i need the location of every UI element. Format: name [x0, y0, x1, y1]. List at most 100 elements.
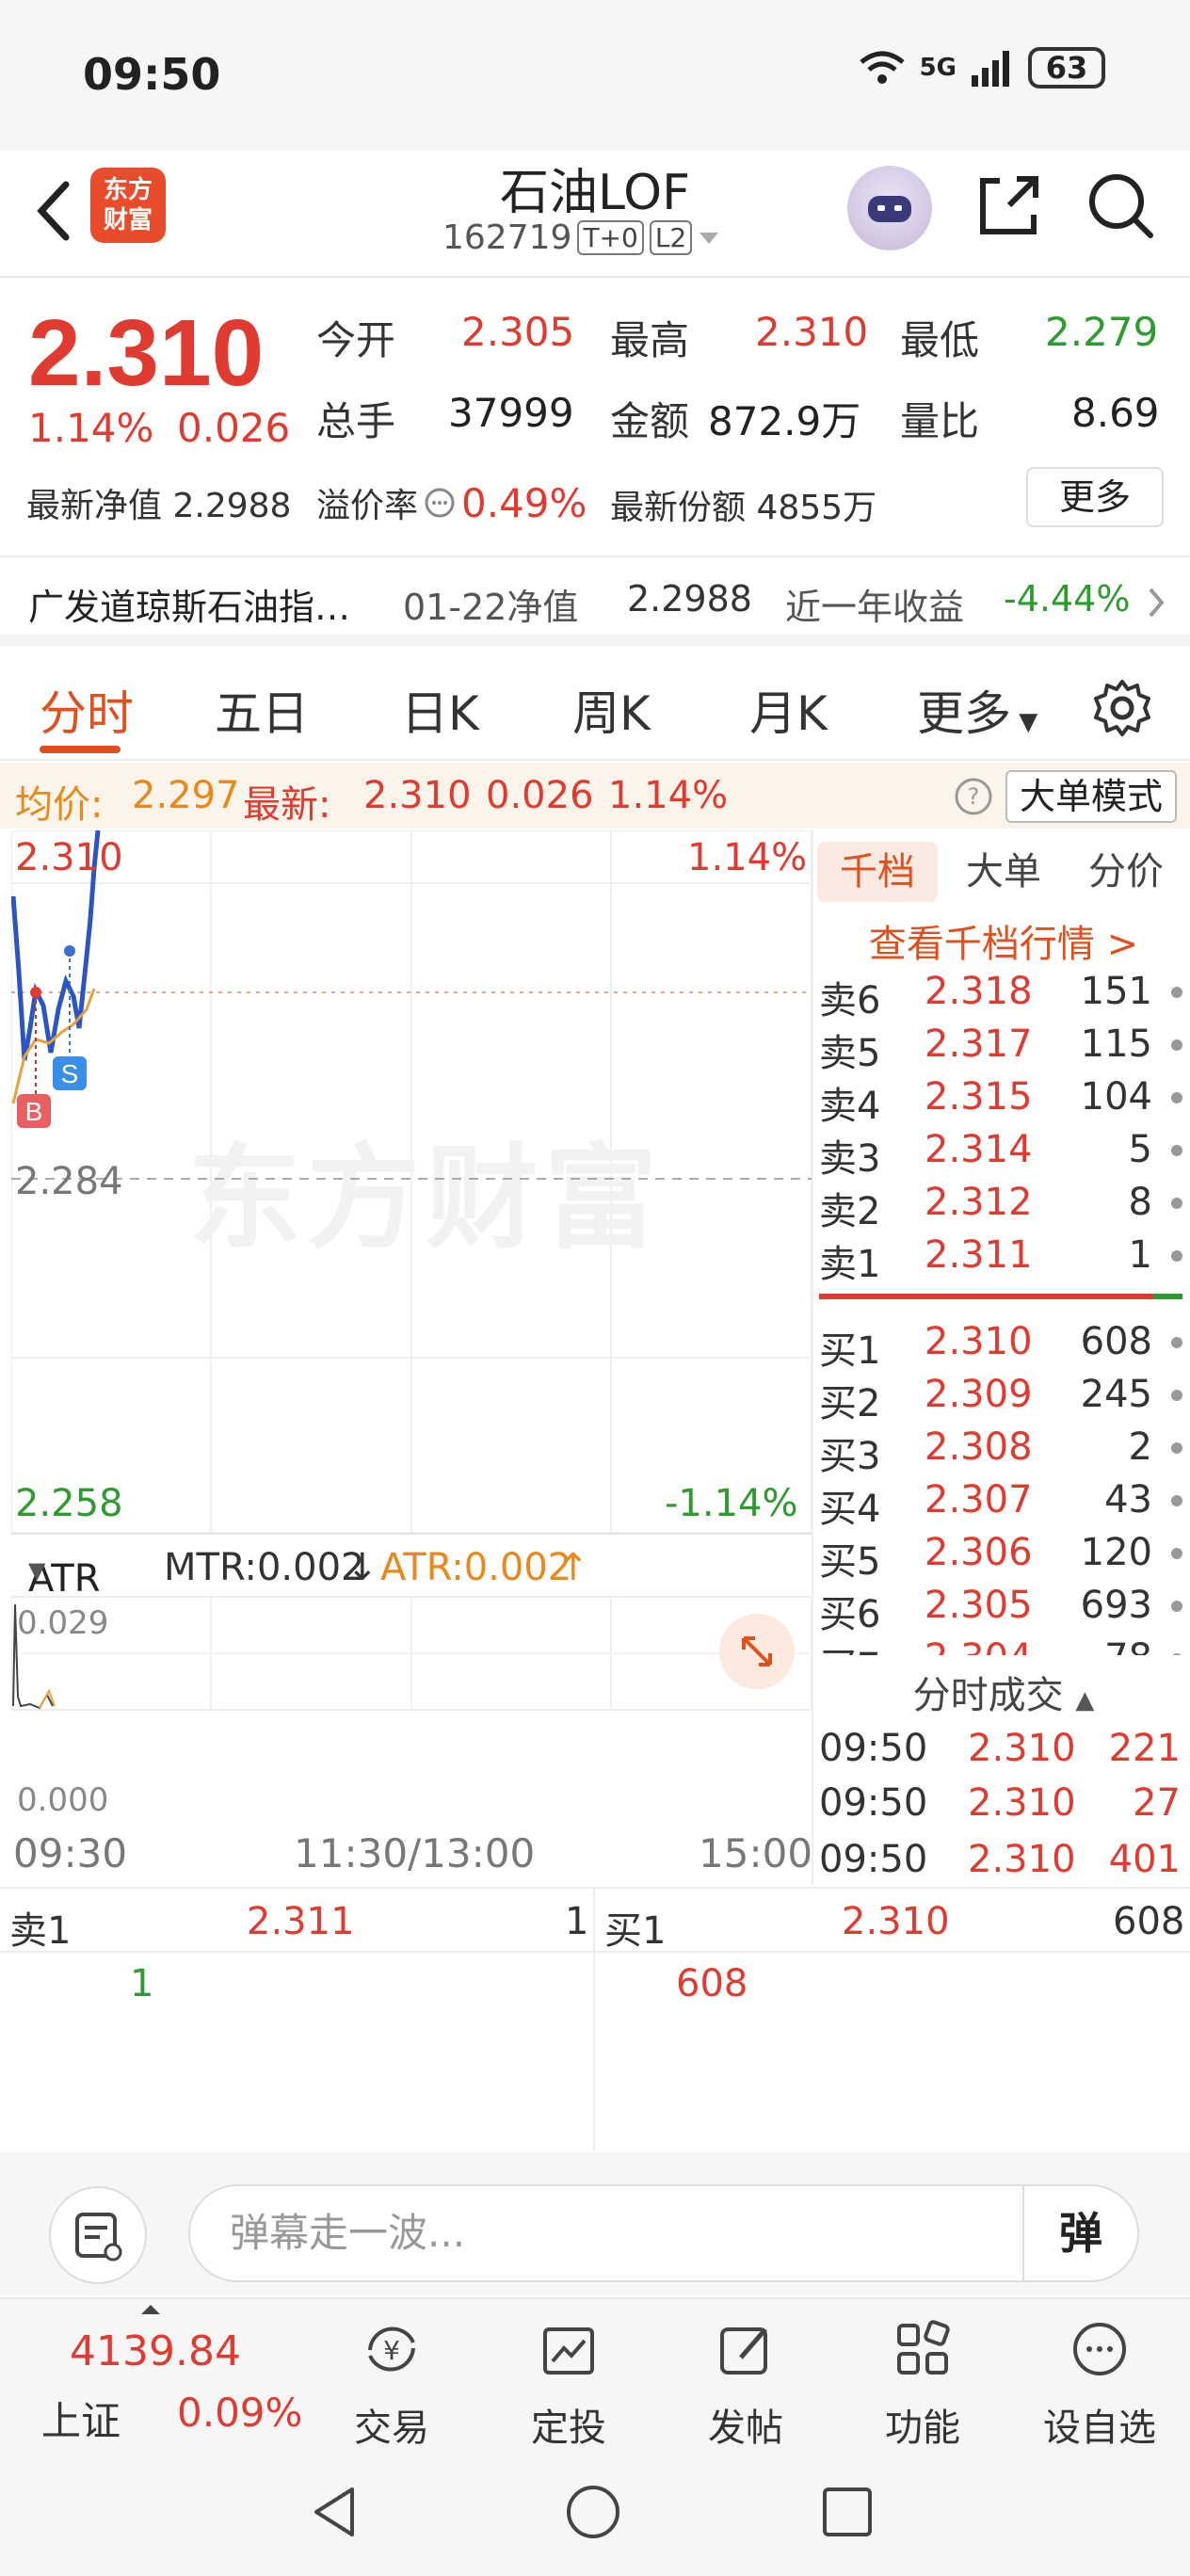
- bid-row: 买4 2.307 43: [817, 1474, 1190, 1531]
- assistant-robot-icon[interactable]: [847, 166, 932, 250]
- danmaku-toggle-button[interactable]: 弹: [1022, 2184, 1139, 2282]
- l2-tag: L2: [649, 220, 693, 255]
- tab-price-distribution[interactable]: 分价: [1066, 842, 1186, 902]
- svg-text:?: ?: [968, 783, 980, 810]
- more-button[interactable]: 更多: [1026, 467, 1164, 527]
- t0-tag: T+0: [577, 220, 644, 255]
- search-icon[interactable]: [1083, 168, 1158, 243]
- fund-nav-value: 2.2988: [627, 578, 752, 620]
- signal-icon: [972, 51, 1009, 87]
- intraday-info-bar: 均价: 2.297 最新: 2.310 0.026 1.14% ? 大单模式: [0, 763, 1190, 829]
- change-percent: 1.14%: [28, 405, 154, 451]
- fund-info-row[interactable]: 广发道琼斯石油指… 01-22净值 2.2988 近一年收益 -4.44%: [0, 555, 1190, 646]
- expand-button[interactable]: [719, 1614, 795, 1689]
- pct-axis-top: 1.14%: [687, 836, 808, 879]
- change-amount: 0.026: [177, 405, 291, 451]
- up-arrow-icon: ↑: [557, 1546, 589, 1589]
- latest-value: 2.310: [363, 774, 472, 817]
- high-value: 2.310: [755, 309, 869, 355]
- current-price: 2.310: [28, 300, 265, 406]
- network-label: 5G: [919, 54, 957, 82]
- buy-marker: B: [25, 1097, 43, 1126]
- open-label: 今开: [316, 317, 396, 363]
- time-axis-mid: 11:30/13:00: [294, 1830, 536, 1876]
- avg-label: 均价:: [15, 783, 104, 827]
- tab-intraday[interactable]: 分时: [40, 676, 134, 744]
- trade-button[interactable]: ¥ 交易: [326, 2309, 458, 2452]
- stock-code-row[interactable]: 162719 T+0 L2: [442, 218, 720, 257]
- bottom-toolbar: 4139.84 上证 0.09% ¥ 交易 定投 发帖 功能 设自选: [0, 2297, 1190, 2450]
- ask-row: 卖1 2.311 1: [817, 1230, 1190, 1286]
- danmaku-input[interactable]: 弹幕走一波...: [188, 2184, 1024, 2282]
- tab-five-day[interactable]: 五日: [215, 676, 309, 744]
- message-settings-icon: [75, 2213, 122, 2262]
- ask-row: 卖2 2.312 8: [817, 1177, 1190, 1233]
- tab-big-orders[interactable]: 大单: [943, 842, 1064, 902]
- chart-tabs: 分时 五日 日K 周K 月K 更多 ▼: [0, 657, 1190, 761]
- orderbook-tabs: 千档 大单 分价: [817, 834, 1190, 910]
- trade-icon: ¥: [368, 2326, 415, 2372]
- volume-value: 37999: [448, 390, 574, 436]
- l1-bid-qty: 608: [1113, 1900, 1185, 1943]
- nav-label: 最新净值: [26, 487, 163, 525]
- sell-marker: S: [61, 1059, 79, 1088]
- trades-section-title[interactable]: 分时成交 ▲: [817, 1665, 1190, 1719]
- shares-row: 最新份额 4855万: [610, 480, 876, 529]
- ask-queue-qty: 1: [130, 1962, 154, 2005]
- avg-value: 2.297: [132, 774, 240, 817]
- system-nav-bar: [0, 2448, 1190, 2576]
- battery-indicator: 63: [1028, 47, 1105, 89]
- nav-value: 2.2988: [172, 487, 292, 525]
- tab-thousand-levels[interactable]: 千档: [817, 842, 938, 902]
- l1-bid-label: 买1: [604, 1909, 667, 1953]
- shares-value: 4855万: [756, 489, 877, 527]
- bid-queue-qty: 608: [676, 1962, 748, 2005]
- tab-more[interactable]: 更多 ▼: [917, 676, 1037, 744]
- grid-icon: [897, 2320, 950, 2375]
- time-axis-start: 09:30: [13, 1830, 128, 1876]
- l1-ask-qty: 1: [565, 1900, 589, 1943]
- view-thousand-levels-link[interactable]: 查看千档行情 >: [817, 913, 1190, 968]
- gear-icon[interactable]: [1092, 678, 1152, 738]
- premium-label: 溢价率: [316, 487, 419, 525]
- bid-row: 买72.30478: [817, 1633, 1190, 1655]
- amount-value: 872.9万: [708, 398, 861, 444]
- tab-monthly-k[interactable]: 月K: [749, 676, 828, 744]
- amount-label: 金额: [610, 398, 690, 444]
- high-label: 最高: [610, 317, 690, 363]
- header: 东方 财富 石油LOF 162719 T+0 L2: [0, 151, 1190, 278]
- auto-invest-button[interactable]: 定投: [503, 2309, 635, 2452]
- big-order-mode-button[interactable]: 大单模式: [1005, 770, 1177, 823]
- vertical-divider: [812, 830, 813, 1885]
- bid-row: 买2 2.309 245: [817, 1369, 1190, 1425]
- functions-button[interactable]: 功能: [857, 2309, 989, 2452]
- trade-row: 09:50 2.310 221: [819, 1727, 1181, 1770]
- add-watchlist-button[interactable]: 设自选: [1034, 2309, 1166, 2452]
- post-button[interactable]: 发帖: [680, 2309, 812, 2452]
- latest-pct: 1.14%: [608, 774, 729, 817]
- intraday-chart[interactable]: B S: [11, 830, 812, 1847]
- premium-value: 0.49%: [461, 479, 587, 526]
- index-value[interactable]: 4139.84: [70, 2327, 241, 2375]
- time-axis-end: 15:00: [699, 1830, 813, 1876]
- atr-axis-bottom: 0.000: [17, 1781, 109, 1819]
- chevron-right-icon: [1149, 588, 1165, 618]
- nav-recents-icon[interactable]: [819, 2484, 876, 2540]
- tab-weekly-k[interactable]: 周K: [572, 676, 651, 744]
- nav-back-icon[interactable]: [307, 2484, 363, 2540]
- tab-daily-k[interactable]: 日K: [401, 676, 479, 744]
- fund-return-value: -4.44%: [1004, 578, 1131, 620]
- help-icon[interactable]: ?: [953, 776, 994, 817]
- nav-row: 最新净值 2.2988: [26, 478, 291, 527]
- info-circle-icon[interactable]: [424, 487, 456, 519]
- y-axis-bottom: 2.258: [15, 1482, 123, 1525]
- nav-home-icon[interactable]: [565, 2484, 621, 2540]
- share-icon[interactable]: [972, 168, 1047, 243]
- ratio-label: 量比: [900, 398, 980, 444]
- more-dots-icon: [1073, 2323, 1126, 2375]
- ask-row: 卖6 2.318 151: [817, 966, 1190, 1022]
- l1-ask-price: 2.311: [247, 1900, 355, 1943]
- ask-row: 卖4 2.315 104: [817, 1071, 1190, 1128]
- fund-nav-date: 01-22净值: [403, 587, 579, 628]
- message-button[interactable]: [49, 2186, 147, 2284]
